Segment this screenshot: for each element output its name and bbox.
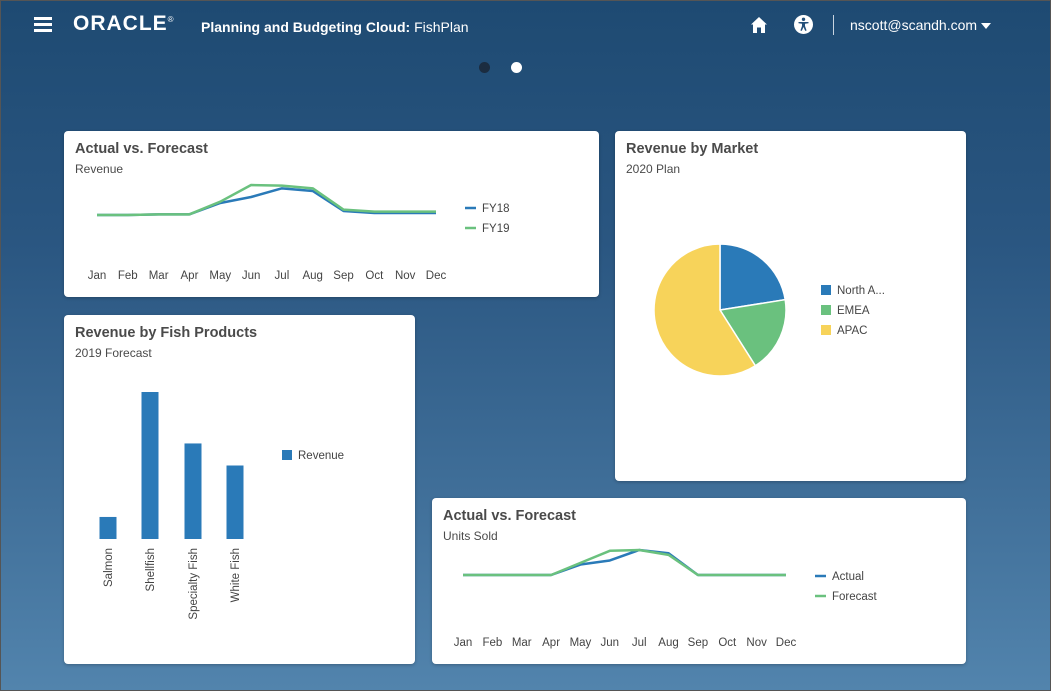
x-tick-label: Mar — [149, 270, 169, 282]
title-prefix: Planning and Budgeting Cloud: — [201, 19, 415, 35]
x-tick-label: Jun — [601, 637, 620, 649]
app-name: FishPlan — [414, 19, 469, 35]
x-tick-label: Oct — [718, 637, 737, 649]
page-title: Planning and Budgeting Cloud: FishPlan — [201, 19, 469, 35]
units-line-chart: Jan Feb Mar Apr May Jun Jul Aug Sep Oct Nov Dec Actu… — [454, 548, 878, 649]
bar — [226, 465, 244, 539]
x-tick-label: Jan — [88, 270, 107, 282]
legend-swatch — [821, 285, 831, 295]
page-dot-2[interactable] — [511, 62, 522, 73]
legend-label: FY19 — [482, 223, 510, 235]
top-bar: ORACLE® Planning and Budgeting Cloud: Fi… — [1, 1, 1050, 51]
x-tick-label: Shellfish — [145, 548, 157, 591]
legend-label: Actual — [832, 571, 864, 583]
x-tick-label: May — [209, 270, 231, 282]
x-tick-label: Jul — [632, 637, 647, 649]
caret-down-icon — [981, 23, 992, 30]
legend-label: APAC — [837, 325, 867, 337]
x-tick-label: Nov — [395, 270, 416, 282]
series-line-forecast — [463, 548, 786, 577]
x-tick-label: Nov — [746, 637, 767, 649]
x-tick-label: Aug — [302, 270, 322, 282]
home-icon[interactable] — [750, 16, 768, 34]
revenue-line-chart: Jan Feb Mar Apr May Jun Jul Aug Sep Oct Nov Dec FY18… — [88, 183, 510, 282]
series-line-actual — [463, 548, 786, 577]
accessibility-icon[interactable] — [794, 15, 813, 34]
x-tick-label: Dec — [776, 637, 797, 649]
revenue-line-card: Actual vs. Forecast Revenue Jan Feb Mar Apr… — [64, 131, 599, 297]
x-tick-label: Apr — [181, 270, 199, 282]
user-menu[interactable]: nscott@scandh.com — [850, 17, 992, 33]
x-tick-label: Dec — [426, 270, 447, 282]
legend-swatch — [821, 305, 831, 315]
bar — [99, 516, 117, 539]
legend-label: Revenue — [298, 450, 344, 462]
units-line-card: Actual vs. Forecast Units Sold Jan Feb Mar… — [432, 498, 966, 664]
x-tick-label: Aug — [658, 637, 678, 649]
page-dot-1[interactable] — [479, 62, 490, 73]
pie-slice — [719, 243, 787, 311]
header-divider — [833, 15, 834, 35]
bar — [141, 392, 159, 539]
x-tick-label: Feb — [118, 270, 138, 282]
hamburger-menu-icon[interactable] — [34, 17, 52, 32]
fish-bar-card: Revenue by Fish Products 2019 Forecast S… — [64, 315, 415, 664]
x-tick-label: White Fish — [230, 548, 242, 602]
legend-label: EMEA — [837, 305, 870, 317]
x-tick-label: Salmon — [103, 548, 115, 587]
legend-swatch — [821, 325, 831, 335]
market-pie-card: Revenue by Market 2020 Plan North A... EM… — [615, 131, 966, 481]
legend-label: North A... — [837, 285, 885, 297]
x-tick-label: Sep — [688, 637, 708, 649]
user-name: nscott@scandh.com — [850, 17, 978, 33]
legend-label: Forecast — [832, 591, 878, 603]
fish-bar-chart: Salmon Shellfish Specialty Fish White Fish R… — [99, 392, 344, 620]
legend-swatch — [282, 450, 292, 460]
x-tick-label: Sep — [333, 270, 353, 282]
legend-label: FY18 — [482, 203, 510, 215]
x-tick-label: Apr — [542, 637, 560, 649]
x-tick-label: Feb — [482, 637, 502, 649]
series-line-fy19 — [97, 183, 436, 217]
x-tick-label: Jul — [275, 270, 290, 282]
oracle-logo: ORACLE® — [73, 12, 175, 35]
market-pie-chart: North A... EMEA APAC — [653, 243, 885, 377]
x-tick-label: Jun — [242, 270, 261, 282]
x-tick-label: May — [570, 637, 592, 649]
x-tick-label: Mar — [512, 637, 532, 649]
x-tick-label: Jan — [454, 637, 473, 649]
x-tick-label: Specialty Fish — [188, 548, 200, 620]
x-tick-label: Oct — [365, 270, 384, 282]
bar — [184, 443, 202, 539]
